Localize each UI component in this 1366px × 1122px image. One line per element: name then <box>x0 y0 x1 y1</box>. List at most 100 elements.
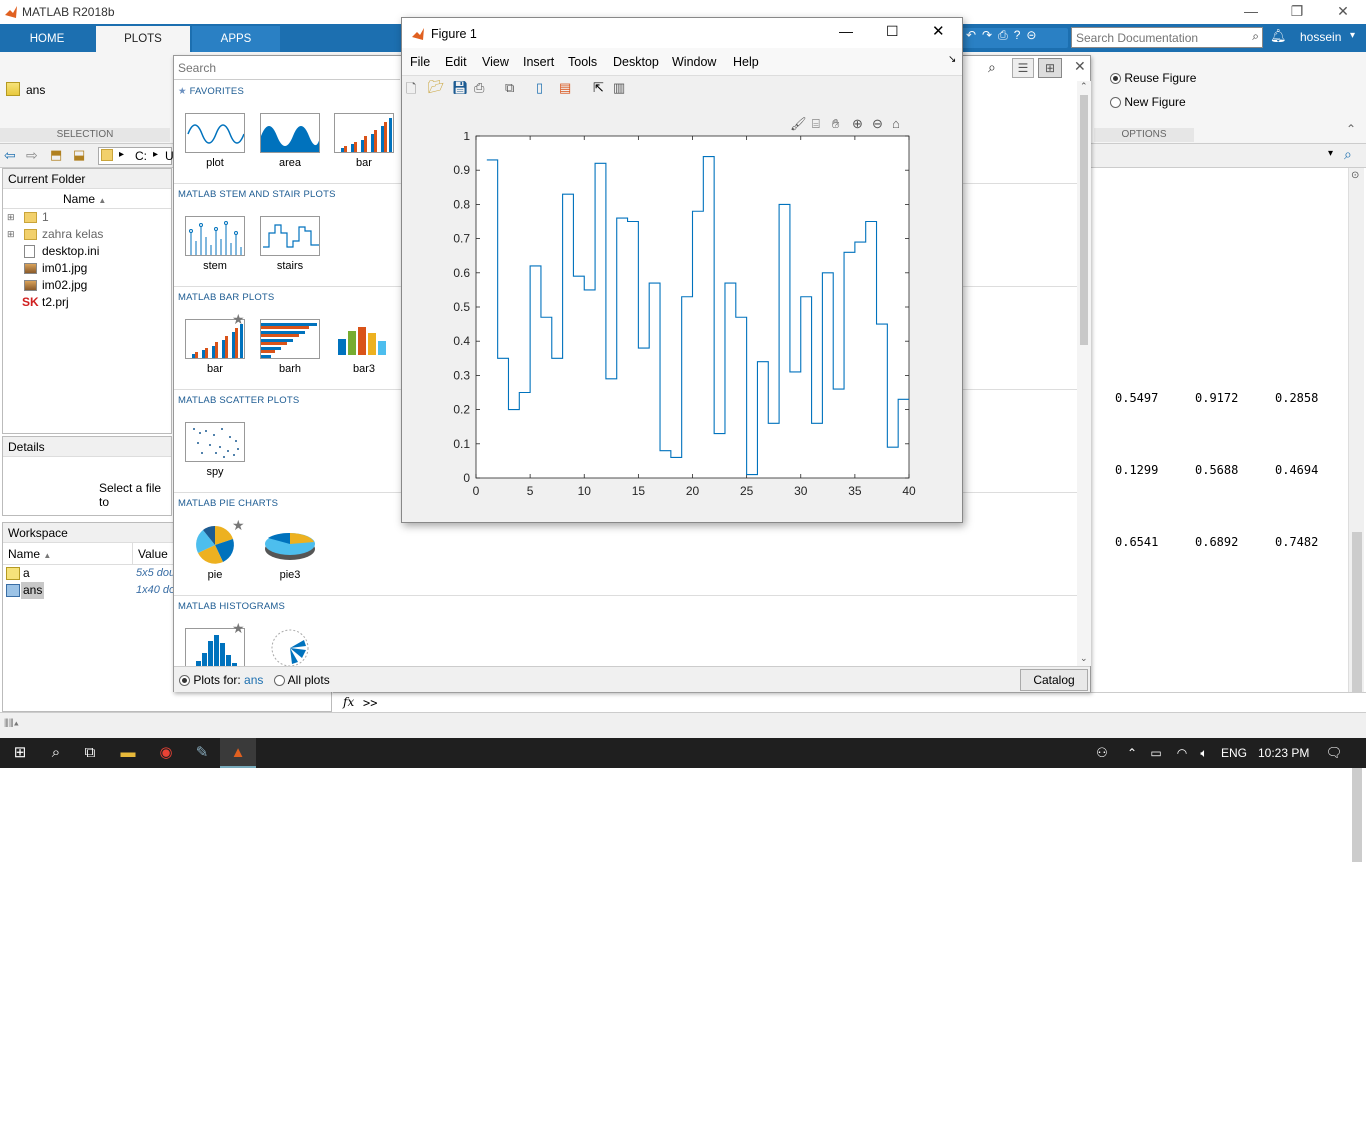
search-icon[interactable]: ⌕ <box>1252 29 1259 44</box>
close-icon[interactable]: ✕ <box>1320 0 1366 24</box>
tab-home[interactable]: HOME <box>0 26 94 52</box>
workspace-value-header[interactable]: Value <box>138 547 168 561</box>
legend-icon[interactable]: ▤ <box>559 80 571 96</box>
tab-plots[interactable]: PLOTS <box>96 26 190 52</box>
stairs-chart[interactable]: 0 5 10 15 20 25 30 35 40 0 0.1 0.2 0.3 0.4 0.5 0.6 0.7 0.… <box>432 132 962 522</box>
gallery-item-spy[interactable]: spy <box>182 422 248 478</box>
menu-help[interactable]: Help <box>733 55 759 69</box>
expand-icon[interactable]: ⊞ <box>7 226 15 243</box>
edit-plot-pointer-icon[interactable]: ⇱ <box>593 80 604 96</box>
gallery-item-pie3[interactable]: pie3 <box>257 525 323 581</box>
datatip-icon[interactable]: ⌸ <box>812 116 820 132</box>
folder-item[interactable]: im01.jpg <box>3 260 171 277</box>
tab-apps[interactable]: APPS <box>192 26 280 52</box>
language-indicator[interactable]: ENG <box>1221 746 1247 760</box>
minimize-icon[interactable]: — <box>1228 0 1274 24</box>
menu-tools[interactable]: Tools <box>568 55 597 69</box>
new-figure-radio[interactable] <box>1110 97 1121 109</box>
search-documentation-input[interactable] <box>1072 28 1242 47</box>
command-window[interactable]: 0.5497 0.9172 0.2858 0.1299 0.5688 0.4694 0.65… <box>1092 168 1348 712</box>
reuse-figure-option[interactable]: Reuse Figure <box>1110 71 1196 85</box>
fx-icon[interactable]: fx <box>343 695 354 709</box>
menu-file[interactable]: File <box>410 55 430 69</box>
folder-item[interactable]: ⊞ zahra kelas <box>3 226 171 243</box>
gallery-item-barh[interactable]: barh <box>257 319 323 375</box>
new-figure-icon[interactable]: 🗋︎ <box>406 80 416 102</box>
user-menu[interactable]: hossein <box>1300 30 1341 44</box>
matlab-taskbar-icon[interactable]: ▲ <box>220 738 256 768</box>
gallery-item-area[interactable]: area <box>257 113 323 169</box>
restore-icon[interactable]: ❐ <box>1274 0 1320 24</box>
gallery-search-icon[interactable]: ⌕ <box>988 59 996 76</box>
name-column-header[interactable]: Name ▲ <box>3 189 171 209</box>
figure-close-icon[interactable]: ✕ <box>932 22 945 40</box>
task-view-icon[interactable]: ⧉ <box>72 738 108 768</box>
user-chevron-down-icon[interactable]: ▾ <box>1350 30 1355 41</box>
pie-favorite-star-icon[interactable]: ★ <box>232 517 245 534</box>
list-view-icon[interactable]: ☰ <box>1012 58 1034 78</box>
selection-variable[interactable]: ans <box>26 83 45 97</box>
zoom-in-icon[interactable]: ⊕ <box>852 116 863 132</box>
pan-hand-icon[interactable]: ✋︎ <box>832 116 839 132</box>
grid-view-icon[interactable]: ⊞ <box>1038 58 1062 78</box>
command-prompt-bar[interactable]: fx >> <box>333 692 1366 712</box>
menu-insert[interactable]: Insert <box>523 55 554 69</box>
brush-icon[interactable]: 🖌︎ <box>790 116 807 132</box>
search-taskbar-icon[interactable]: ⌕ <box>38 738 74 768</box>
gallery-item-stem[interactable]: stem <box>182 216 248 272</box>
gallery-item-plot[interactable]: plot <box>182 113 248 169</box>
volume-icon[interactable]: 🔈︎ <box>1186 738 1222 768</box>
menu-view[interactable]: View <box>482 55 509 69</box>
catalog-button[interactable]: Catalog <box>1020 669 1088 691</box>
file-explorer-icon[interactable]: ▬ <box>110 738 146 768</box>
figure-maximize-icon[interactable]: ☐ <box>886 23 899 40</box>
menu-edit[interactable]: Edit <box>445 55 467 69</box>
command-menu-icon[interactable]: ⊙ <box>1351 170 1359 181</box>
search-folder-icon[interactable]: ⌕ <box>1344 146 1352 163</box>
gallery-item-stairs[interactable]: stairs <box>257 216 323 272</box>
quick-access-toolbar[interactable]: ↶↷⎙?⊝ <box>960 28 1068 48</box>
path-field[interactable]: ▸ C: ▸ U <box>98 147 174 165</box>
folder-item[interactable]: desktop.ini <box>3 243 171 260</box>
path-drive[interactable]: C: <box>135 149 147 163</box>
command-window-scrollbar[interactable]: ⊙ <box>1348 168 1364 862</box>
gallery-search-input[interactable] <box>174 56 398 79</box>
zoom-out-icon[interactable]: ⊖ <box>872 116 883 132</box>
expand-icon[interactable]: ⊞ <box>7 209 15 226</box>
gallery-item-bar3[interactable]: bar3 <box>331 319 397 375</box>
clock[interactable]: 10:23 PM <box>1258 746 1309 760</box>
property-inspector-icon[interactable]: ▥ <box>613 80 625 96</box>
menu-desktop[interactable]: Desktop <box>613 55 659 69</box>
forward-arrow-icon[interactable]: ⇨ <box>26 147 38 164</box>
bell-icon[interactable]: 🔔︎ <box>1270 28 1287 44</box>
gallery-item-polarhistogram[interactable] <box>257 628 323 666</box>
paint-app-icon[interactable]: ✎ <box>184 738 220 768</box>
up-folder-icon[interactable]: ⬒ <box>50 147 62 163</box>
quick-access-icon[interactable]: ↶↷⎙?⊝ <box>960 28 1042 42</box>
command-prompt[interactable]: >> <box>363 696 377 710</box>
open-file-icon[interactable]: 📂︎ <box>428 79 445 95</box>
all-plots-option[interactable]: All plots <box>274 673 330 687</box>
windows-start-icon[interactable]: ⊞ <box>2 738 38 768</box>
gallery-item-bar-favorite[interactable]: bar <box>331 113 397 169</box>
home-icon[interactable]: ⌂ <box>892 116 900 131</box>
menu-window[interactable]: Window <box>672 55 716 69</box>
back-arrow-icon[interactable]: ⇦ <box>4 147 16 164</box>
gallery-close-icon[interactable]: ✕ <box>1074 58 1086 75</box>
workspace-name-header[interactable]: Name ▲ <box>8 547 51 561</box>
new-figure-option[interactable]: New Figure <box>1110 95 1186 109</box>
figure-minimize-icon[interactable]: — <box>839 23 853 39</box>
collapse-ribbon-icon[interactable]: ⌃ <box>1346 122 1356 136</box>
reuse-figure-radio[interactable] <box>1110 73 1121 85</box>
print-icon[interactable]: ⎙ <box>474 80 484 96</box>
folder-item[interactable]: SK t2.prj <box>3 294 171 311</box>
gallery-scroll-thumb[interactable] <box>1080 95 1088 345</box>
browse-folder-icon[interactable]: ⬓ <box>73 147 85 163</box>
notifications-icon[interactable]: 🗨︎ <box>1316 738 1352 768</box>
folder-item[interactable]: ⊞ 1 <box>3 209 171 226</box>
link-plot-icon[interactable]: ⧉ <box>505 80 514 96</box>
gallery-scrollbar[interactable]: ⌃ ⌄ <box>1077 81 1091 666</box>
plots-for-option[interactable]: Plots for: ans <box>179 673 263 687</box>
folder-item[interactable]: im02.jpg <box>3 277 171 294</box>
path-dropdown-icon[interactable]: ▾ <box>1328 148 1333 159</box>
